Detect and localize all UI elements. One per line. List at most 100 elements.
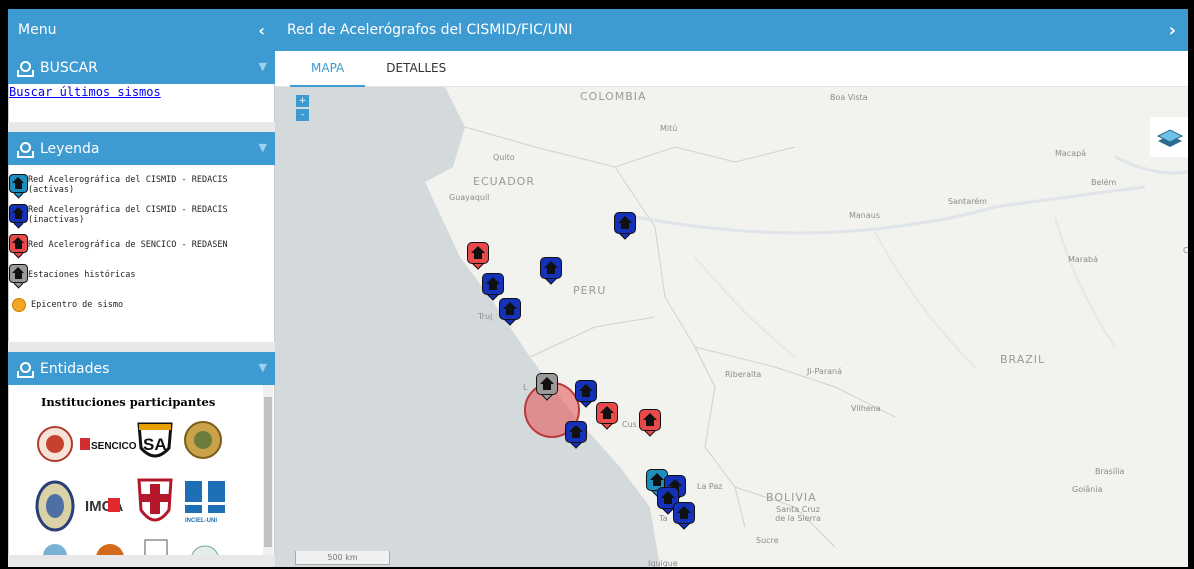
map-label-colombia: COLOMBIA [580,90,647,103]
station-marker[interactable] [499,298,521,326]
map-base [275,87,1188,567]
legend-item: Red Acelerográfica de SENCICO - REDASEN [9,230,274,260]
station-marker[interactable] [639,409,661,437]
map-label-goiania: Goiânia [1072,485,1103,494]
legend-label: Red Acelerográfica del CISMID - REDACIS … [28,205,228,225]
partial-logo [96,544,124,555]
map-label-maraba: Marabá [1068,255,1098,264]
scrollbar-thumb[interactable] [264,397,272,547]
layers-icon [1156,129,1184,147]
map-label-quito: Quito [493,153,515,162]
partial-logo [191,545,219,555]
map-label-brazil: BRAZIL [1000,353,1046,366]
sa-shield-logo: SA [137,422,173,458]
entidades-section-header[interactable]: Entidades ▼ [8,352,275,385]
station-marker[interactable] [673,502,695,530]
chevron-right-icon[interactable]: › [1169,20,1176,41]
map-label-macapa: Macapá [1055,149,1087,158]
legend-body: Red Acelerográfica del CISMID - REDACIS … [8,165,275,342]
entidades-body: Instituciones participantes SENCICO SA I… [8,385,275,555]
inciel-uni-logo: INCIEL-UNI [185,481,225,524]
map-label-mitu: Mitú [660,124,678,133]
tab-mapa[interactable]: MAPA [290,61,366,87]
veritas-shield-logo [137,478,173,522]
layers-button[interactable] [1150,117,1188,157]
buscar-ultimos-sismos-link[interactable]: Buscar últimos sismos [9,85,161,99]
legend-item: Red Acelerográfica del CISMID - REDACIS … [9,200,274,230]
national-seal-logo [184,421,222,459]
uni-seal-logo [37,426,73,462]
chevron-down-icon: ▼ [258,361,267,374]
user-icon [16,361,34,378]
map-label-la-paz: La Paz [697,482,723,491]
map-label-c: C [1183,246,1188,255]
legend-item: Epicentro de sismo [9,290,274,320]
tab-bar: MAPA DETALLES [275,51,1188,87]
partial-logo [43,544,67,555]
collapse-sidebar-icon[interactable]: ‹ [258,21,265,40]
legend-label: Red Acelerográfica del CISMID - REDACIS … [28,175,228,195]
map-label-santa-cruz: Santa Cruz de la Sierra [775,505,821,523]
legend-item: Estaciones históricas [9,260,274,290]
zoom-controls: + - [296,95,309,123]
map-label-guayaquil: Guayaquil [449,193,490,202]
main-panel: Red de Acelerógrafos del CISMID/FIC/UNI … [275,9,1188,567]
menu-header: Menu ‹ [8,9,275,51]
app-frame: Menu ‹ BUSCAR ▼ Buscar últimos sismos Le… [8,9,1188,567]
map-label-ta: Ta [659,514,668,523]
user-icon [16,60,34,77]
entidades-subtitle: Instituciones participantes [41,395,216,409]
station-historic-marker-icon [9,263,28,288]
divider [8,122,275,132]
station-marker[interactable] [565,421,587,449]
partial-logo [144,539,168,555]
naval-seal-logo [35,480,75,532]
divider [8,342,275,352]
map-label-santarem: Santarém [948,197,987,206]
zoom-in-button[interactable]: + [296,95,309,107]
station-active-marker-icon [9,173,28,198]
station-sencico-marker-icon [9,233,28,258]
map-label-bolivia: BOLIVIA [766,491,817,504]
station-marker[interactable] [575,380,597,408]
map-label-peru: PERU [573,284,607,297]
institution-logos: SENCICO SA IMCA INCIEL-UNI [35,421,225,555]
sencico-logo: SENCICO [79,436,137,452]
station-marker[interactable] [614,212,636,240]
chevron-down-icon: ▼ [258,60,267,73]
chevron-down-icon: ▼ [258,141,267,154]
buscar-section-header[interactable]: BUSCAR ▼ [8,51,275,84]
svg-text:SENCICO: SENCICO [91,441,137,452]
legend-label: Red Acelerográfica de SENCICO - REDASEN [28,240,228,250]
buscar-title: BUSCAR [40,59,98,76]
map-label-manaus: Manaus [849,211,881,220]
leyenda-section-header[interactable]: Leyenda ▼ [8,132,275,165]
entidades-title: Entidades [40,360,110,377]
sidebar: Menu ‹ BUSCAR ▼ Buscar últimos sismos Le… [8,9,275,567]
map-label-belem: Belém [1091,178,1117,187]
logos-grid: SENCICO SA IMCA INCIEL-UNI [35,418,235,555]
map-label-sucre: Sucre [756,536,779,545]
legend-label: Epicentro de sismo [31,300,124,310]
imca-logo: IMCA [85,498,123,515]
station-marker[interactable] [596,402,618,430]
legend-item: Red Acelerográfica del CISMID - REDACIS … [9,170,274,200]
legend-label: Estaciones históricas [28,270,136,280]
sidebar-scrollbar[interactable] [263,385,273,555]
station-inactive-marker-icon [9,203,28,228]
zoom-out-button[interactable]: - [296,109,309,121]
map-label-boa-vista: Boa Vista [830,93,868,102]
map-label-iquique: Iquique [648,559,678,567]
tab-detalles[interactable]: DETALLES [365,61,467,86]
map-label-riberalta: Riberalta [725,370,762,379]
map-label-brasilia: Brasília [1095,467,1125,476]
map-label-ecuador: ECUADOR [473,175,535,188]
station-marker[interactable] [540,257,562,285]
leyenda-title: Leyenda [40,140,100,157]
station-marker[interactable] [536,373,558,401]
epicenter-dot-icon [12,298,26,312]
main-header: Red de Acelerógrafos del CISMID/FIC/UNI … [275,9,1188,51]
station-marker[interactable] [482,273,504,301]
map-view[interactable]: COLOMBIA Boa Vista Mitú Quito ECUADOR Gu… [275,87,1188,567]
station-marker[interactable] [467,242,489,270]
